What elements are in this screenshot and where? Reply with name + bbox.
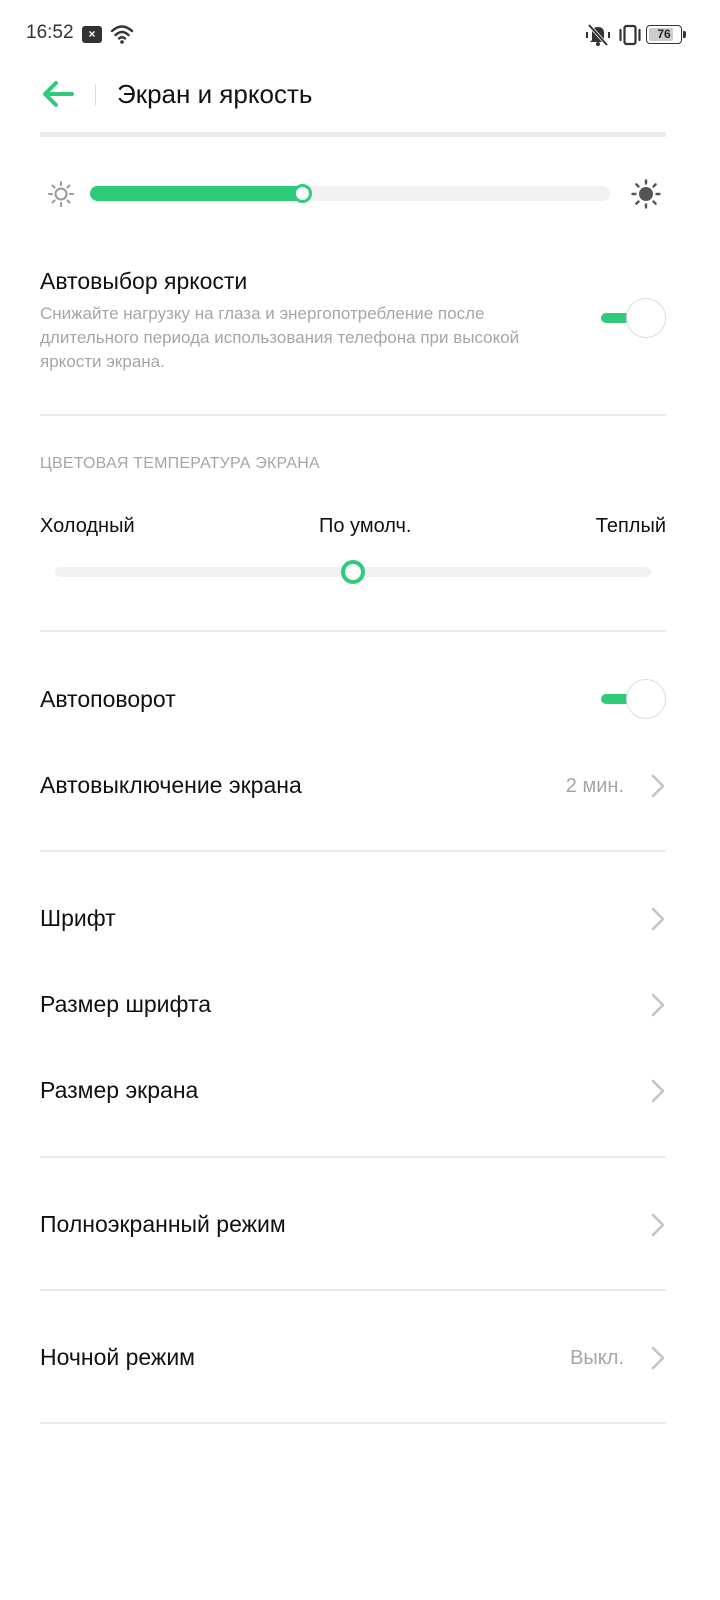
color-temperature-slider[interactable] xyxy=(55,560,651,584)
screen-timeout-value: 2 мин. xyxy=(565,775,624,797)
chevron-right-icon xyxy=(651,1079,665,1103)
night-mode-value: Выкл. xyxy=(570,1347,624,1369)
battery-icon: 76 xyxy=(646,25,686,44)
chevron-right-icon xyxy=(651,907,665,931)
toggle-knob xyxy=(626,298,666,338)
toggle-knob xyxy=(626,679,666,719)
temp-default-label: По умолч. xyxy=(319,515,412,537)
temp-cold-label: Холодный xyxy=(40,515,135,537)
auto-rotate-title: Автоповорот xyxy=(40,686,176,712)
vibrate-icon xyxy=(619,24,641,46)
color-temperature-section-label: ЦВЕТОВАЯ ТЕМПЕРАТУРА ЭКРАНА xyxy=(40,455,320,472)
font-size-row[interactable]: Размер шрифта xyxy=(0,965,720,1045)
fullscreen-title: Полноэкранный режим xyxy=(40,1211,286,1237)
auto-rotate-row[interactable]: Автоповорот xyxy=(0,660,720,740)
fullscreen-row[interactable]: Полноэкранный режим xyxy=(0,1185,720,1265)
screen-timeout-title: Автовыключение экрана xyxy=(40,772,302,798)
screen-timeout-row[interactable]: Автовыключение экрана 2 мин. xyxy=(0,746,720,826)
wifi-icon xyxy=(110,25,134,44)
font-title: Шрифт xyxy=(40,905,116,931)
auto-brightness-description: Снижайте нагрузку на глаза и энергопотре… xyxy=(40,304,520,371)
header-divider xyxy=(95,84,96,106)
auto-rotate-toggle[interactable] xyxy=(600,679,666,719)
brightness-slider-fill xyxy=(90,186,312,201)
status-bar: 16:52 × 76 xyxy=(0,0,720,70)
mute-icon xyxy=(586,23,610,47)
auto-brightness-title: Автовыбор яркости xyxy=(40,268,248,294)
night-mode-row[interactable]: Ночной режим Выкл. xyxy=(0,1318,720,1398)
divider xyxy=(40,1422,666,1424)
auto-brightness-row[interactable]: Автовыбор яркости Снижайте нагрузку на г… xyxy=(0,250,720,400)
battery-level: 76 xyxy=(657,27,671,41)
divider xyxy=(40,850,666,852)
chevron-right-icon xyxy=(651,1346,665,1370)
back-arrow-icon[interactable] xyxy=(40,78,76,110)
status-time: 16:52 xyxy=(26,22,74,43)
auto-brightness-toggle[interactable] xyxy=(600,298,666,338)
notification-icon: × xyxy=(82,26,102,43)
sun-small-icon xyxy=(48,181,74,207)
divider xyxy=(40,630,666,632)
chevron-right-icon xyxy=(651,1213,665,1237)
chevron-right-icon xyxy=(651,774,665,798)
divider xyxy=(40,414,666,416)
font-row[interactable]: Шрифт xyxy=(0,879,720,959)
night-mode-title: Ночной режим xyxy=(40,1344,195,1370)
header-bottom-bar xyxy=(40,132,666,137)
display-size-title: Размер экрана xyxy=(40,1077,199,1103)
divider xyxy=(40,1289,666,1291)
color-temperature-slider-thumb[interactable] xyxy=(341,560,365,584)
display-size-row[interactable]: Размер экрана xyxy=(0,1051,720,1131)
page-title: Экран и яркость xyxy=(117,79,313,109)
brightness-slider-thumb[interactable] xyxy=(293,184,313,203)
temp-warm-label: Теплый xyxy=(595,515,666,537)
sun-large-icon xyxy=(631,179,661,209)
divider xyxy=(40,1156,666,1158)
header: Экран и яркость xyxy=(0,70,720,130)
brightness-slider[interactable] xyxy=(90,184,610,203)
chevron-right-icon xyxy=(651,993,665,1017)
font-size-title: Размер шрифта xyxy=(40,991,212,1017)
